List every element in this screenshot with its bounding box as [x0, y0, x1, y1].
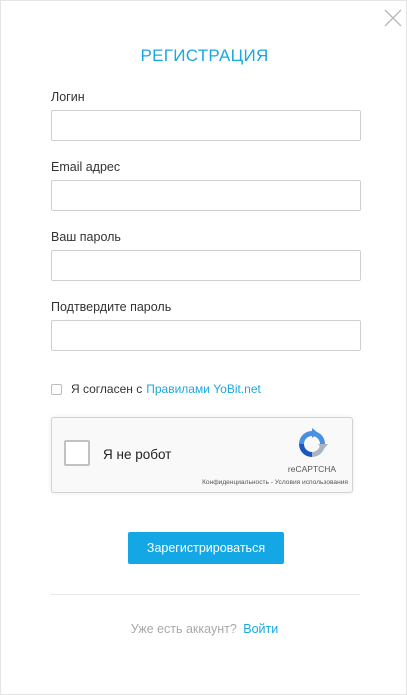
login-prompt-text: Уже есть аккаунт?: [130, 622, 237, 636]
confirm-password-label: Подтвердите пароль: [51, 300, 172, 314]
register-button[interactable]: Зарегистрироваться: [128, 532, 284, 564]
login-label: Логин: [51, 90, 85, 104]
login-prompt: Уже есть аккаунт? Войти: [1, 622, 407, 636]
terms-link[interactable]: Правилами YoBit.net: [146, 382, 261, 396]
recaptcha-widget: Я не робот reCAPTCHA Конфиденциальность …: [51, 417, 353, 493]
agree-row: Я согласен с Правилами YoBit.net: [51, 382, 261, 396]
recaptcha-logo-icon: [299, 428, 328, 457]
password-label: Ваш пароль: [51, 230, 121, 244]
recaptcha-brand: reCAPTCHA: [287, 464, 337, 474]
recaptcha-label: Я не робот: [103, 447, 172, 462]
password-input[interactable]: [51, 250, 361, 281]
divider: [51, 594, 360, 595]
registration-modal: РЕГИСТРАЦИЯ Логин Email адрес Ваш пароль…: [0, 0, 407, 695]
recaptcha-privacy-links[interactable]: Конфиденциальность - Условия использован…: [152, 479, 348, 486]
confirm-password-input[interactable]: [51, 320, 361, 351]
login-link[interactable]: Войти: [243, 622, 278, 636]
modal-title: РЕГИСТРАЦИЯ: [140, 46, 269, 65]
email-label: Email адрес: [51, 160, 121, 174]
recaptcha-checkbox[interactable]: [64, 440, 90, 466]
email-input[interactable]: [51, 180, 361, 211]
agree-checkbox[interactable]: [51, 383, 62, 395]
login-input[interactable]: [51, 110, 361, 141]
close-icon[interactable]: [382, 7, 404, 29]
agree-text: Я согласен с: [71, 382, 143, 396]
